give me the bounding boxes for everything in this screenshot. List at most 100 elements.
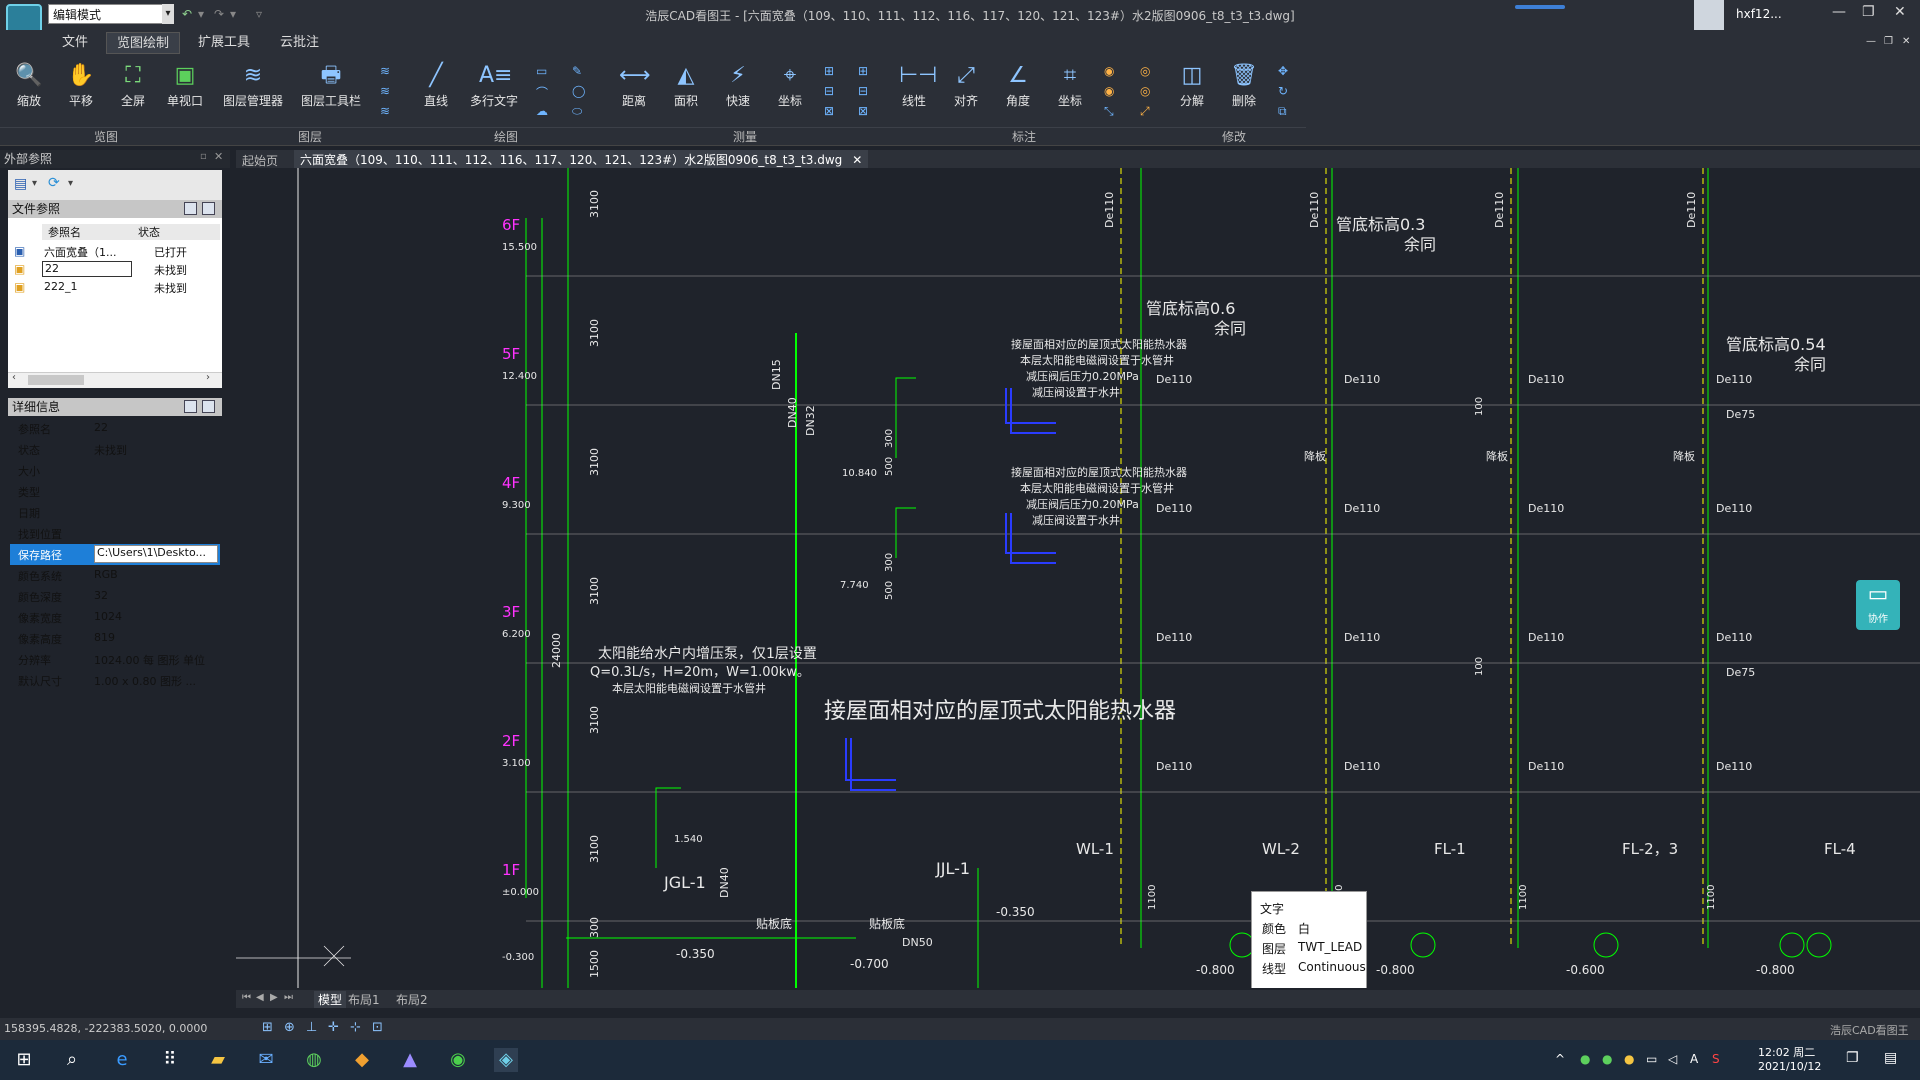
chevron-down-icon[interactable]: ▾ <box>162 4 174 24</box>
pan-button[interactable]: ✋ 平移 <box>55 62 107 109</box>
annotation-text[interactable]: 太阳能给水户内增压泵，仅1层设置 <box>598 645 817 662</box>
annotation-text[interactable]: 降板 <box>1304 449 1326 463</box>
quick-measure-button[interactable]: ⚡ 快速 <box>712 62 764 109</box>
minimize-icon[interactable]: — <box>1866 36 1876 47</box>
fullscreen-button[interactable]: ⛶ 全屏 <box>107 62 159 109</box>
annotation-text[interactable]: 管底标高0.3 <box>1336 215 1425 234</box>
detail-row[interactable]: 保存路径 C:\Users\1\Deskto... <box>10 544 220 565</box>
dimension-text[interactable]: 1100 <box>1706 885 1717 910</box>
measure-icon[interactable]: ⊠ <box>858 104 868 118</box>
close-icon[interactable]: ✕ <box>1894 4 1906 20</box>
annotation-text[interactable]: 减压阀后压力0.20MPa <box>1026 369 1139 383</box>
rectangle-icon[interactable]: ▭ <box>536 64 547 78</box>
dimension-text[interactable]: 3100 <box>588 835 601 863</box>
menu-view-draw[interactable]: 览图绘制 <box>106 32 181 54</box>
level-text[interactable]: -0.700 <box>850 957 889 971</box>
pipe-size[interactable]: De110 <box>1528 760 1564 773</box>
annotation-text[interactable]: 减压阀后压力0.20MPa <box>1026 497 1139 511</box>
menu-cloud-annotate[interactable]: 云批注 <box>270 32 329 54</box>
pipe-size[interactable]: De110 <box>1528 631 1564 644</box>
apps-grid-icon[interactable]: ⠿ <box>158 1048 182 1072</box>
explode-button[interactable]: ◫ 分解 <box>1166 62 1218 109</box>
pipe-size[interactable]: DN40 <box>786 397 799 428</box>
detail-view-icon[interactable] <box>184 400 197 413</box>
level-text[interactable]: -0.350 <box>676 947 715 961</box>
tab-start-page[interactable]: 起始页 <box>242 152 278 169</box>
aligned-dim-button[interactable]: ⤢ 对齐 <box>940 62 992 109</box>
measure-icon[interactable]: ⊞ <box>824 64 834 78</box>
dimension-text[interactable]: 100 <box>1474 657 1485 676</box>
layer-toolbar-button[interactable]: 🖶 图层工具栏 <box>298 62 364 109</box>
close-icon[interactable]: ✕ <box>214 150 223 163</box>
area-button[interactable]: ◭ 面积 <box>660 62 712 109</box>
cad-drawing[interactable]: 6F 15.500 5F 12.400 4F 9.300 3F 6.200 2F 3.100 1F ±… <box>236 168 1920 988</box>
pipe-size[interactable]: De110 <box>1716 631 1752 644</box>
menu-extend-tools[interactable]: 扩展工具 <box>188 32 260 54</box>
floor-elevation[interactable]: 6.200 <box>502 629 531 640</box>
detail-row[interactable]: 大小 <box>10 460 220 481</box>
tray-app-icon[interactable]: ● <box>1580 1052 1590 1066</box>
cloud-icon[interactable]: ☁ <box>536 104 548 118</box>
refresh-icon[interactable]: ⟳ <box>48 175 60 191</box>
pipe-tag[interactable]: JJL-1 <box>935 859 970 878</box>
annotate-icon[interactable]: ◎ <box>1140 84 1150 98</box>
chevron-down-icon[interactable]: ▾ <box>32 178 37 189</box>
folder-icon[interactable]: ▰ <box>206 1048 230 1072</box>
floor-elevation[interactable]: 9.300 <box>502 500 531 511</box>
circle-icon[interactable]: ◯ <box>572 84 585 98</box>
dimension-text[interactable]: 300 <box>588 917 601 938</box>
measure-icon[interactable]: ⊟ <box>824 84 834 98</box>
customize-icon[interactable]: ▿ <box>256 7 262 21</box>
chevron-left-icon[interactable]: ‹ <box>12 372 16 383</box>
search-icon[interactable]: ⌕ <box>60 1048 84 1072</box>
tray-app-icon[interactable]: ● <box>1624 1052 1634 1066</box>
antivirus-icon[interactable]: S <box>1712 1052 1720 1066</box>
annotation-text[interactable]: Q=0.3L/s，H=20m，W=1.00kw。 <box>590 665 810 680</box>
tab-layout1[interactable]: 布局1 <box>348 991 380 1008</box>
menu-file[interactable]: 文件 <box>52 32 98 54</box>
annotation-text[interactable]: 接屋面相对应的屋顶式太阳能热水器 <box>1011 465 1187 479</box>
pipe-tag[interactable]: JGL-1 <box>663 873 706 892</box>
detail-row[interactable]: 类型 <box>10 481 220 502</box>
chevron-down-icon[interactable]: ▾ <box>198 7 204 21</box>
elevation-text[interactable]: 1.540 <box>674 834 703 845</box>
chevron-down-icon[interactable]: ▾ <box>230 7 236 21</box>
layer-stack-icon[interactable]: ≋ <box>380 64 390 78</box>
zoom-slider[interactable] <box>1515 5 1565 9</box>
first-page-icon[interactable]: ⏮ <box>242 992 251 1003</box>
pipe-size[interactable]: De110 <box>1685 192 1698 228</box>
next-page-icon[interactable]: ▶ <box>270 992 278 1003</box>
file-name[interactable]: 222_1 <box>44 280 78 293</box>
restore-icon[interactable]: ❐ <box>1862 4 1875 20</box>
annotation-text[interactable]: 余同 <box>1214 319 1246 338</box>
close-icon[interactable]: ✕ <box>852 153 862 167</box>
dimension-text[interactable]: 3100 <box>588 190 601 218</box>
annotation-text[interactable]: 管底标高0.54 <box>1726 335 1826 354</box>
line-button[interactable]: ╱ 直线 <box>410 62 462 109</box>
dimension-text[interactable]: 300 <box>884 553 895 572</box>
minimize-icon[interactable]: — <box>1832 4 1846 20</box>
notification-icon[interactable]: ▤ <box>1884 1050 1897 1066</box>
floor-label[interactable]: 6F <box>502 216 520 234</box>
mail-icon[interactable]: ✉ <box>254 1048 278 1072</box>
pipe-size[interactable]: De110 <box>1344 502 1380 515</box>
detail-row[interactable]: 颜色系统 RGB <box>10 565 220 586</box>
volume-icon[interactable]: ◁ <box>1668 1052 1677 1066</box>
annotation-text[interactable]: 余同 <box>1404 235 1436 254</box>
annotation-text[interactable]: 降板 <box>1486 449 1508 463</box>
chevron-down-icon[interactable]: ▾ <box>68 178 73 189</box>
elevation-text[interactable]: -0.300 <box>502 952 534 963</box>
list-view-icon[interactable] <box>184 202 197 215</box>
copy-icon[interactable]: ⧉ <box>1278 104 1287 119</box>
annotate-icon[interactable]: ⤢ <box>1140 104 1150 119</box>
detail-row[interactable]: 分辨率 1024.00 每 图形 单位 <box>10 649 220 670</box>
polar-icon[interactable]: ⊹ <box>350 1020 361 1035</box>
col-status[interactable]: 状态 <box>132 224 220 240</box>
grid-icon[interactable]: ⊞ <box>262 1020 273 1035</box>
main-annotation[interactable]: 接屋面相对应的屋顶式太阳能热水器 <box>824 699 1176 724</box>
prev-page-icon[interactable]: ◀ <box>256 992 264 1003</box>
restore-icon[interactable]: ❐ <box>1884 36 1893 47</box>
pipe-tag[interactable]: FL-2，3 <box>1622 840 1678 858</box>
single-viewport-button[interactable]: ▣ 单视口 <box>159 62 211 109</box>
annotation-text[interactable]: 余同 <box>1794 355 1826 374</box>
